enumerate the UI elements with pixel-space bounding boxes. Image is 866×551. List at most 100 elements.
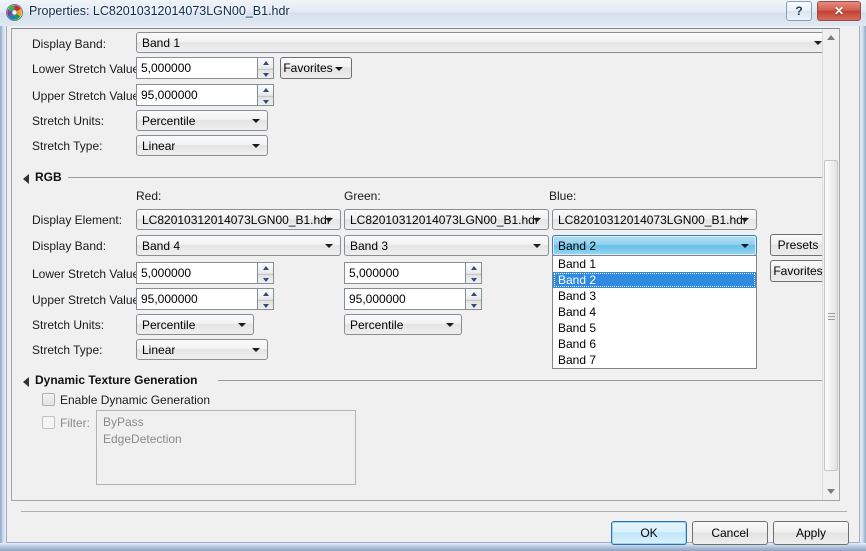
rgb-group-header[interactable]: RGB bbox=[23, 170, 833, 184]
combo-display-band-blue[interactable]: Band 2 bbox=[552, 235, 757, 256]
title-bar[interactable]: Properties: LC82010312014073LGN00_B1.hdr… bbox=[0, 0, 866, 26]
caret-up-icon bbox=[262, 292, 269, 296]
label-stretch-type-gray: Stretch Type: bbox=[32, 139, 103, 153]
window-title: Properties: LC82010312014073LGN00_B1.hdr bbox=[29, 4, 290, 18]
combo-display-band-gray[interactable]: Band 1 bbox=[136, 32, 830, 53]
combo-stretch-units-green-value: Percentile bbox=[350, 318, 404, 332]
combo-stretch-units-red[interactable]: Percentile bbox=[136, 314, 254, 335]
expand-collapse-triangle-icon[interactable] bbox=[23, 377, 29, 387]
label-stretch-units-rgb: Stretch Units: bbox=[32, 318, 105, 332]
spinner-lower-stretch-gray[interactable]: 5,000000 bbox=[136, 57, 274, 79]
caret-up-icon bbox=[827, 35, 835, 40]
chevron-down-icon bbox=[252, 144, 260, 148]
chevron-down-icon bbox=[446, 323, 454, 327]
chevron-down-icon bbox=[252, 119, 260, 123]
chevron-down-icon bbox=[238, 323, 246, 327]
chevron-down-icon bbox=[335, 67, 343, 71]
group-divider bbox=[68, 177, 833, 178]
apply-button[interactable]: Apply bbox=[773, 521, 849, 545]
dropdown-option-band-7[interactable]: Band 7 bbox=[553, 352, 756, 368]
spinner-upper-stretch-green-value: 95,000000 bbox=[349, 292, 406, 306]
caret-up-icon bbox=[262, 88, 269, 92]
combo-display-element-blue-value: LC82010312014073LGN00_B1.hdr bbox=[558, 213, 747, 227]
cancel-button[interactable]: Cancel bbox=[692, 521, 768, 545]
scroll-up-button[interactable] bbox=[823, 29, 839, 46]
caret-down-icon bbox=[827, 489, 835, 494]
filter-checkbox[interactable] bbox=[42, 416, 55, 429]
spinner-buttons[interactable] bbox=[257, 57, 274, 79]
footer-separator bbox=[21, 511, 847, 512]
spinner-lower-stretch-red-value: 5,000000 bbox=[141, 266, 192, 280]
combo-stretch-type-gray[interactable]: Linear bbox=[136, 135, 268, 156]
spinner-lower-stretch-gray-value: 5,000000 bbox=[141, 61, 192, 75]
chevron-down-icon bbox=[741, 218, 749, 222]
chevron-down-icon bbox=[325, 244, 333, 248]
content-vertical-scrollbar[interactable] bbox=[822, 29, 839, 500]
rgb-group-title: RGB bbox=[35, 170, 62, 184]
chevron-down-icon bbox=[252, 348, 260, 352]
chevron-down-icon bbox=[533, 244, 541, 248]
label-display-band-rgb: Display Band: bbox=[32, 239, 107, 253]
combo-stretch-units-green[interactable]: Percentile bbox=[344, 314, 462, 335]
spinner-upper-stretch-red-value: 95,000000 bbox=[141, 292, 198, 306]
favorites-button-gray[interactable]: Favorites bbox=[280, 57, 352, 79]
spinner-buttons[interactable] bbox=[465, 288, 482, 310]
combo-display-element-blue[interactable]: LC82010312014073LGN00_B1.hdr bbox=[552, 209, 757, 230]
filter-list-item-bypass[interactable]: ByPass bbox=[103, 415, 144, 429]
caret-up-icon bbox=[470, 266, 477, 270]
label-upper-stretch-rgb: Upper Stretch Value: bbox=[32, 293, 143, 307]
scroll-down-button[interactable] bbox=[823, 483, 839, 500]
caret-up-icon bbox=[262, 266, 269, 270]
caret-down-icon bbox=[470, 304, 477, 308]
caret-down-icon bbox=[262, 73, 269, 77]
spinner-upper-stretch-red[interactable]: 95,000000 bbox=[136, 288, 274, 310]
expand-collapse-triangle-icon[interactable] bbox=[23, 174, 29, 184]
spinner-upper-stretch-gray[interactable]: 95,000000 bbox=[136, 84, 274, 106]
chevron-down-icon bbox=[741, 244, 749, 248]
dropdown-option-band-3[interactable]: Band 3 bbox=[553, 288, 756, 304]
filter-list-item-edgedetection[interactable]: EdgeDetection bbox=[103, 432, 182, 446]
close-button[interactable]: ✕ bbox=[817, 1, 861, 21]
enable-dynamic-generation-label: Enable Dynamic Generation bbox=[60, 393, 211, 407]
dropdown-option-band-6[interactable]: Band 6 bbox=[553, 336, 756, 352]
label-upper-stretch-gray: Upper Stretch Value: bbox=[32, 89, 143, 103]
scrollbar-grip-icon bbox=[828, 313, 835, 320]
display-band-blue-dropdown-list[interactable]: Band 1 Band 2 Band 3 Band 4 Band 5 Band … bbox=[552, 255, 757, 369]
combo-stretch-units-gray-value: Percentile bbox=[142, 114, 196, 128]
caret-down-icon bbox=[470, 278, 477, 282]
dynamic-texture-group-title: Dynamic Texture Generation bbox=[35, 373, 198, 387]
dropdown-option-band-1[interactable]: Band 1 bbox=[553, 256, 756, 272]
filter-label: Filter: bbox=[60, 416, 90, 430]
caret-down-icon bbox=[262, 100, 269, 104]
scrollbar-thumb[interactable] bbox=[824, 160, 838, 471]
dropdown-option-band-2[interactable]: Band 2 bbox=[553, 272, 756, 288]
dropdown-option-band-5[interactable]: Band 5 bbox=[553, 320, 756, 336]
combo-display-element-red[interactable]: LC82010312014073LGN00_B1.hdr bbox=[136, 209, 341, 230]
filter-listbox[interactable]: ByPass EdgeDetection bbox=[96, 410, 356, 485]
combo-stretch-type-gray-value: Linear bbox=[142, 139, 176, 153]
spinner-buttons[interactable] bbox=[465, 262, 482, 284]
ok-button[interactable]: OK bbox=[611, 521, 687, 545]
help-button[interactable]: ? bbox=[786, 1, 812, 21]
dropdown-option-band-4[interactable]: Band 4 bbox=[553, 304, 756, 320]
combo-display-band-red[interactable]: Band 4 bbox=[136, 235, 341, 256]
combo-stretch-units-red-value: Percentile bbox=[142, 318, 196, 332]
spinner-lower-stretch-red[interactable]: 5,000000 bbox=[136, 262, 274, 284]
chevron-down-icon bbox=[814, 41, 822, 45]
label-display-band-gray: Display Band: bbox=[32, 37, 107, 51]
spinner-buttons[interactable] bbox=[257, 84, 274, 106]
combo-stretch-type-red[interactable]: Linear bbox=[136, 339, 268, 360]
label-lower-stretch-gray: Lower Stretch Value: bbox=[32, 62, 143, 76]
column-header-blue: Blue: bbox=[549, 189, 577, 203]
spinner-buttons[interactable] bbox=[257, 262, 274, 284]
combo-stretch-units-gray[interactable]: Percentile bbox=[136, 110, 268, 131]
combo-display-band-green[interactable]: Band 3 bbox=[344, 235, 549, 256]
spinner-buttons[interactable] bbox=[257, 288, 274, 310]
dialog-body: Display Band: Band 1 Lower Stretch Value… bbox=[6, 26, 860, 545]
enable-dynamic-generation-checkbox[interactable] bbox=[42, 393, 55, 406]
spinner-upper-stretch-green[interactable]: 95,000000 bbox=[344, 288, 482, 310]
spinner-lower-stretch-green[interactable]: 5,000000 bbox=[344, 262, 482, 284]
dynamic-texture-group-header[interactable]: Dynamic Texture Generation bbox=[23, 373, 833, 387]
chevron-down-icon bbox=[533, 218, 541, 222]
combo-display-element-green[interactable]: LC82010312014073LGN00_B1.hdr bbox=[344, 209, 549, 230]
